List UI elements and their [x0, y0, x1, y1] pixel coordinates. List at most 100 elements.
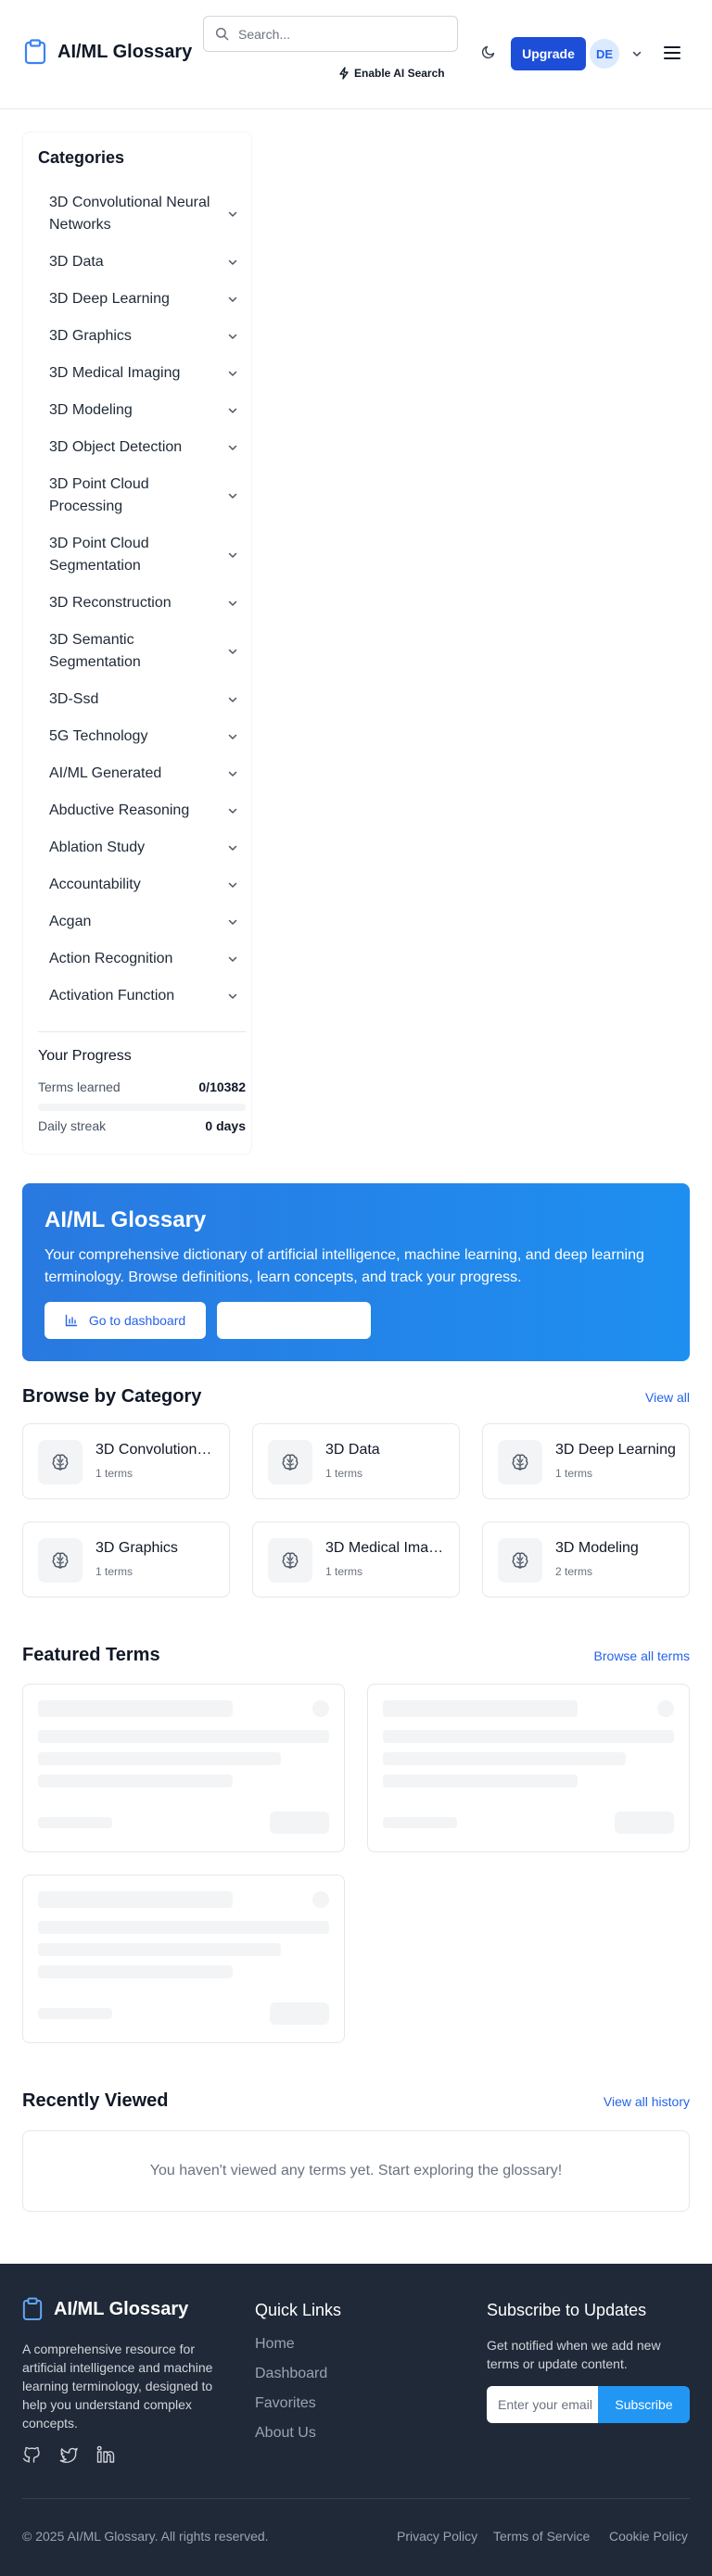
category-card[interactable]: 3D Deep Learning 1 terms	[482, 1423, 690, 1499]
sidebar-category-item[interactable]: Acgan	[23, 903, 253, 941]
chevron-down-icon[interactable]	[227, 208, 238, 220]
categories-sidebar: Categories 3D Convolutional Neural Netwo…	[22, 132, 252, 1155]
chevron-down-icon[interactable]	[227, 768, 238, 779]
sidebar-category-item[interactable]: Action Recognition	[23, 941, 253, 978]
clipboard-icon	[22, 2297, 43, 2321]
chevron-down-icon[interactable]	[227, 694, 238, 705]
chevron-down-icon[interactable]	[227, 916, 238, 928]
cookie-policy-link[interactable]: Cookie Policy	[609, 2529, 688, 2544]
bar-chart-icon	[65, 1314, 78, 1327]
hero-description: Your comprehensive dictionary of artific…	[44, 1247, 644, 1285]
sidebar-category-item[interactable]: 3D Graphics	[23, 318, 253, 355]
browse-all-terms-link[interactable]: Browse all terms	[594, 1648, 690, 1663]
chevron-down-icon[interactable]	[227, 331, 238, 342]
github-icon[interactable]	[22, 2445, 41, 2464]
chevron-down-icon[interactable]	[227, 842, 238, 853]
category-card-name: 3D Modeling	[555, 1540, 639, 1556]
recent-section-header: Recently Viewed View all history	[22, 2090, 690, 2112]
chevron-down-icon[interactable]	[227, 879, 238, 890]
sidebar-category-item[interactable]: Activation Function	[23, 978, 253, 1015]
category-card[interactable]: 3D Convolutional Neural Networks 1 terms	[22, 1423, 230, 1499]
sidebar-category-item[interactable]: 5G Technology	[23, 718, 253, 755]
category-card[interactable]: 3D Modeling 2 terms	[482, 1522, 690, 1597]
sidebar-category-item[interactable]: 3D Deep Learning	[23, 281, 253, 318]
sidebar-category-item[interactable]: 3D Semantic Segmentation	[23, 622, 253, 681]
footer-logo[interactable]: AI/ML Glossary	[22, 2297, 188, 2321]
copyright-text: © 2025 AI/ML Glossary. All rights reserv…	[22, 2529, 269, 2544]
hero-title: AI/ML Glossary	[44, 1207, 207, 1232]
enable-ai-search-button[interactable]: Enable AI Search	[338, 67, 445, 80]
chevron-down-icon[interactable]	[227, 442, 238, 453]
footer-divider	[22, 2498, 690, 2499]
sidebar-category-item[interactable]: AI/ML Generated	[23, 755, 253, 792]
twitter-icon[interactable]	[59, 2445, 78, 2464]
footer-link-favorites[interactable]: Favorites	[255, 2395, 316, 2412]
chevron-down-icon[interactable]	[227, 294, 238, 305]
chevron-down-icon[interactable]	[227, 405, 238, 416]
category-card[interactable]: 3D Data 1 terms	[252, 1423, 460, 1499]
secondary-hero-button[interactable]	[217, 1302, 371, 1339]
category-card-name: 3D Data	[325, 1442, 380, 1458]
sidebar-category-item[interactable]: 3D Medical Imaging	[23, 355, 253, 392]
sidebar-category-item[interactable]: 3D Point Cloud Processing	[23, 466, 253, 525]
chevron-down-icon[interactable]	[227, 805, 238, 816]
email-field[interactable]	[487, 2386, 598, 2423]
chevron-down-icon[interactable]	[227, 953, 238, 965]
search-input[interactable]	[238, 26, 442, 42]
recent-empty-state: You haven't viewed any terms yet. Start …	[22, 2130, 690, 2212]
linkedin-icon[interactable]	[96, 2445, 115, 2464]
sidebar-category-item[interactable]: 3D Convolutional Neural Networks	[23, 184, 253, 244]
sidebar-category-item[interactable]: 3D Point Cloud Segmentation	[23, 525, 253, 585]
logo[interactable]: AI/ML Glossary	[24, 39, 192, 65]
sidebar-category-item[interactable]: Abductive Reasoning	[23, 792, 253, 829]
sidebar-category-item[interactable]: 3D Object Detection	[23, 429, 253, 466]
upgrade-button[interactable]: Upgrade	[511, 37, 586, 70]
privacy-policy-link[interactable]: Privacy Policy	[397, 2529, 477, 2544]
subscribe-description: Get notified when we add new terms or up…	[487, 2338, 661, 2371]
chevron-down-icon[interactable]	[227, 490, 238, 501]
subscribe-button[interactable]: Subscribe	[598, 2386, 690, 2423]
terms-learned-label: Terms learned	[38, 1080, 121, 1094]
brain-icon	[38, 1538, 83, 1583]
skeleton-meta	[383, 1817, 457, 1828]
category-card[interactable]: 3D Medical Imaging 1 terms	[252, 1522, 460, 1597]
avatar[interactable]: DE	[590, 39, 619, 69]
menu-icon[interactable]	[663, 44, 681, 61]
sidebar-category-item[interactable]: 3D-Ssd	[23, 681, 253, 718]
sidebar-category-item[interactable]: 3D Modeling	[23, 392, 253, 429]
progress-bar	[38, 1104, 246, 1111]
footer-link-about[interactable]: About Us	[255, 2425, 316, 2442]
skeleton-meta	[38, 1817, 112, 1828]
chevron-down-icon[interactable]	[631, 48, 642, 59]
featured-term-skeleton	[22, 1684, 345, 1852]
sidebar-category-item[interactable]: 3D Reconstruction	[23, 585, 253, 622]
skeleton-button	[270, 1812, 329, 1834]
terms-of-service-link[interactable]: Terms of Service	[493, 2529, 590, 2544]
moon-icon[interactable]	[481, 44, 496, 59]
sidebar-category-item[interactable]: Accountability	[23, 866, 253, 903]
chevron-down-icon[interactable]	[227, 549, 238, 561]
sidebar-category-label: 3D Modeling	[49, 402, 133, 418]
sidebar-category-item[interactable]: 3D Data	[23, 244, 253, 281]
footer-link-dashboard[interactable]: Dashboard	[255, 2366, 327, 2382]
chevron-down-icon[interactable]	[227, 368, 238, 379]
sidebar-category-label: Acgan	[49, 914, 92, 929]
clipboard-icon	[24, 39, 46, 65]
go-to-dashboard-button[interactable]: Go to dashboard	[44, 1302, 206, 1339]
chevron-down-icon[interactable]	[227, 598, 238, 609]
skeleton-icon	[657, 1700, 674, 1717]
chevron-down-icon[interactable]	[227, 991, 238, 1002]
browse-title: Browse by Category	[22, 1386, 202, 1407]
sidebar-category-item[interactable]: Ablation Study	[23, 829, 253, 866]
chevron-down-icon[interactable]	[227, 257, 238, 268]
footer-link-home[interactable]: Home	[255, 2336, 295, 2353]
category-card-name: 3D Convolutional Neural Networks	[95, 1442, 218, 1458]
chevron-down-icon[interactable]	[227, 646, 238, 657]
ai-search-label: Enable AI Search	[354, 67, 445, 80]
view-all-history-link[interactable]: View all history	[604, 2094, 690, 2109]
skeleton-line	[38, 1730, 329, 1743]
category-card[interactable]: 3D Graphics 1 terms	[22, 1522, 230, 1597]
search-box[interactable]	[203, 16, 458, 52]
chevron-down-icon[interactable]	[227, 731, 238, 742]
view-all-link[interactable]: View all	[645, 1390, 690, 1405]
